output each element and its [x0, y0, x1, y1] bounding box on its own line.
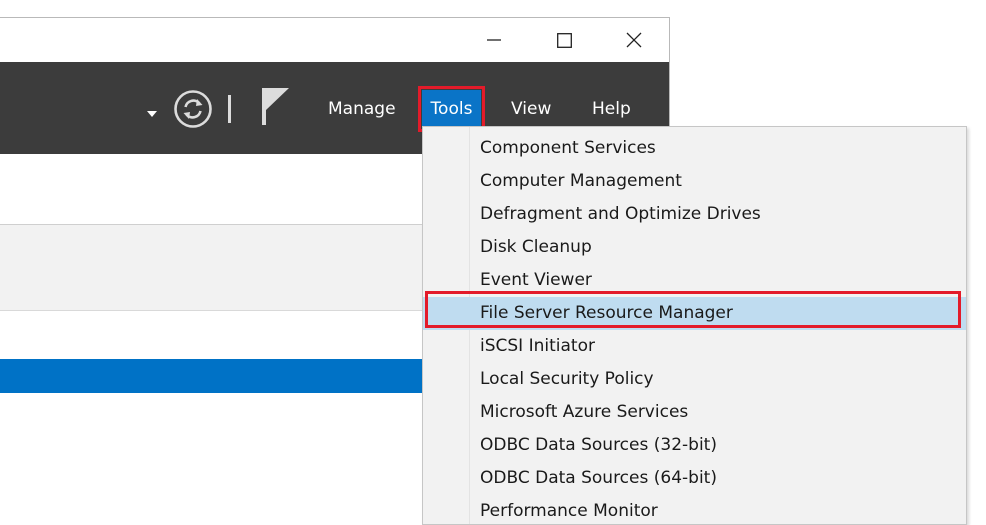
menu-manage[interactable]: Manage	[318, 90, 406, 128]
close-button[interactable]	[611, 18, 657, 62]
menu-item-computer-management[interactable]: Computer Management	[423, 165, 966, 198]
minimize-icon	[487, 33, 501, 47]
maximize-button[interactable]	[541, 18, 587, 62]
menu-item-odbc-64[interactable]: ODBC Data Sources (64-bit)	[423, 462, 966, 495]
menu-view[interactable]: View	[501, 90, 561, 128]
title-bar[interactable]	[0, 17, 669, 62]
menu-item-event-viewer[interactable]: Event Viewer	[423, 264, 966, 297]
toolbar-separator	[228, 95, 232, 127]
close-icon	[626, 32, 642, 48]
menu-item-odbc-32[interactable]: ODBC Data Sources (32-bit)	[423, 429, 966, 462]
menu-item-file-server-resource-manager[interactable]: File Server Resource Manager	[423, 297, 966, 330]
menu-item-performance-monitor[interactable]: Performance Monitor	[423, 495, 966, 524]
menu-item-local-security-policy[interactable]: Local Security Policy	[423, 363, 966, 396]
tools-dropdown-menu: Component Services Computer Management D…	[422, 126, 967, 525]
refresh-icon[interactable]	[173, 89, 213, 133]
minimize-button[interactable]	[471, 18, 517, 62]
menu-item-disk-cleanup[interactable]: Disk Cleanup	[423, 231, 966, 264]
menu-item-microsoft-azure-services[interactable]: Microsoft Azure Services	[423, 396, 966, 429]
menu-help[interactable]: Help	[582, 90, 641, 128]
dropdown-arrow-icon[interactable]	[146, 103, 158, 122]
menu-item-defragment[interactable]: Defragment and Optimize Drives	[423, 198, 966, 231]
maximize-icon	[556, 32, 572, 48]
flag-icon[interactable]	[260, 88, 292, 130]
menu-item-component-services[interactable]: Component Services	[423, 132, 966, 165]
menu-item-iscsi-initiator[interactable]: iSCSI Initiator	[423, 330, 966, 363]
menu-tools[interactable]: Tools	[418, 86, 485, 132]
